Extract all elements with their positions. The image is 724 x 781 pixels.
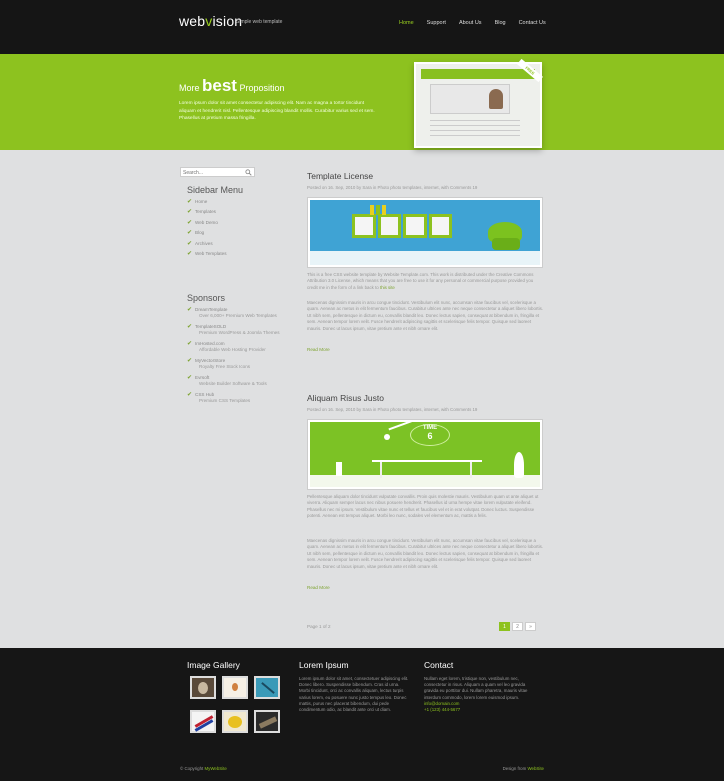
sponsor-item[interactable]: ✔ ImHosted.com Affordable Web Hosting Prov… [187,341,280,358]
sponsor-item[interactable]: ✔ CSS Hub Premium CSS Templates [187,392,280,409]
sidebar-menu-item[interactable]: ✔ Blog [187,230,227,240]
clock-value: 6 [427,431,433,441]
sidebar-menu-item[interactable]: ✔ Templates [187,209,227,219]
next-page-button[interactable]: » [525,622,536,631]
post-body: This is a free CSS website template by W… [307,272,534,290]
post-meta: Posted on 16. Sep, 2010 by Sara in Photo… [307,407,478,412]
check-icon: ✔ [187,358,193,364]
contact-email[interactable]: info@domain.com [424,701,459,706]
lorem-ipsum-text: Lorem ipsum dolor sit amet, consectetuer… [299,676,409,713]
nav-support[interactable]: Support [427,20,446,26]
lorem-ipsum-heading: Lorem Ipsum [299,660,349,670]
check-icon: ✔ [187,209,193,216]
post-title[interactable]: Aliquam Risus Justo [307,393,384,403]
nav-blog[interactable]: Blog [495,20,506,26]
main-nav: Home Support About Us Blog Contact Us [399,20,546,26]
post-meta: Posted on 16. Sep, 2010 by Sara in Photo… [307,185,478,190]
sidebar-menu-item[interactable]: ✔ Web Templates [187,251,227,261]
copyright-link[interactable]: MyWebSite [204,766,226,771]
sponsors-list: ✔ DreamTemplate Over 6,000+ Premium Web Te… [187,307,280,409]
sponsors-heading: Sponsors [187,293,226,303]
check-icon: ✔ [187,219,193,226]
contact-text: Nullam eget lorem, tristique non, vestib… [424,676,528,713]
sidebar-menu-heading: Sidebar Menu [187,185,244,195]
sidebar-menu-item[interactable]: ✔ Home [187,199,227,209]
search-input[interactable] [183,169,243,176]
check-icon: ✔ [187,375,193,381]
search-icon[interactable] [245,169,252,176]
credit-link[interactable]: WebSite [527,766,544,771]
template-preview-image: FREE [414,58,543,148]
sponsor-item[interactable]: ✔ MyVectorStore Royalty Free Stock Icons [187,358,280,375]
post-title[interactable]: Template License [307,171,373,181]
copyright: © Copyright MyWebSite [180,766,227,771]
nav-about-us[interactable]: About Us [459,20,482,26]
sponsor-item[interactable]: ✔ Evrsoft Website Builder Software & Tools [187,375,280,392]
page-1-button[interactable]: 1 [499,622,510,631]
gallery-thumb[interactable] [254,710,280,733]
gallery-heading: Image Gallery [187,660,240,670]
post-body: Maecenas dignissim mauris in arcu congue… [307,538,544,569]
site-header: webvision Simple web template Home Suppo… [0,0,724,54]
gallery-thumb[interactable] [254,676,280,699]
read-more-link[interactable]: Read More [307,347,330,352]
pagination-text: Page 1 of 2 [307,624,331,629]
sidebar-menu-item[interactable]: ✔ Web Demo [187,220,227,230]
check-icon: ✔ [187,307,193,313]
sponsor-item[interactable]: ✔ DreamTemplate Over 6,000+ Premium Web Te… [187,307,280,324]
hero-banner: More best Proposition Lorem ipsum dolor … [0,54,724,150]
sponsor-item[interactable]: ✔ TemplateSOLD Premium WordPress & Joomla … [187,324,280,341]
post-image: TIME 6 [307,419,543,490]
check-icon: ✔ [187,392,193,398]
check-icon: ✔ [187,230,193,237]
check-icon: ✔ [187,240,193,247]
site-footer: Image Gallery Lorem Ipsum Lorem ipsum do… [0,648,724,781]
banner-title: More best Proposition [179,76,285,95]
nav-contact-us[interactable]: Contact Us [519,20,546,26]
contact-phone: +1 (123) 444-5677 [424,707,461,713]
design-credit: Design from WebSite [502,766,544,771]
post-body: Pellentesque aliquam dolor tincidunt vul… [307,494,539,519]
site-logo[interactable]: webvision [179,13,242,29]
read-more-link[interactable]: Read More [307,585,330,590]
gallery-thumb[interactable] [222,710,248,733]
gallery-thumb[interactable] [222,676,248,699]
site-tagline: Simple web template [236,19,283,25]
banner-text: Lorem ipsum dolor sit amet consectetur a… [179,101,375,121]
check-icon: ✔ [187,341,193,347]
search-box [180,167,255,177]
nav-home[interactable]: Home [399,20,414,26]
gallery-thumb[interactable] [190,676,216,699]
check-icon: ✔ [187,199,193,205]
pagination: 1 2 » [499,622,536,631]
contact-heading: Contact [424,660,454,670]
page-2-button[interactable]: 2 [512,622,523,631]
post-image [307,197,543,268]
check-icon: ✔ [187,250,193,257]
check-icon: ✔ [187,324,193,330]
post-body: Maecenas dignissim mauris in arcu congue… [307,300,544,331]
sidebar-menu-list: ✔ Home ✔ Templates ✔ Web Demo ✔ Blog ✔ Archiv… [187,199,227,261]
gallery-thumb[interactable] [190,710,216,733]
sidebar-menu-item[interactable]: ✔ Archives [187,241,227,251]
